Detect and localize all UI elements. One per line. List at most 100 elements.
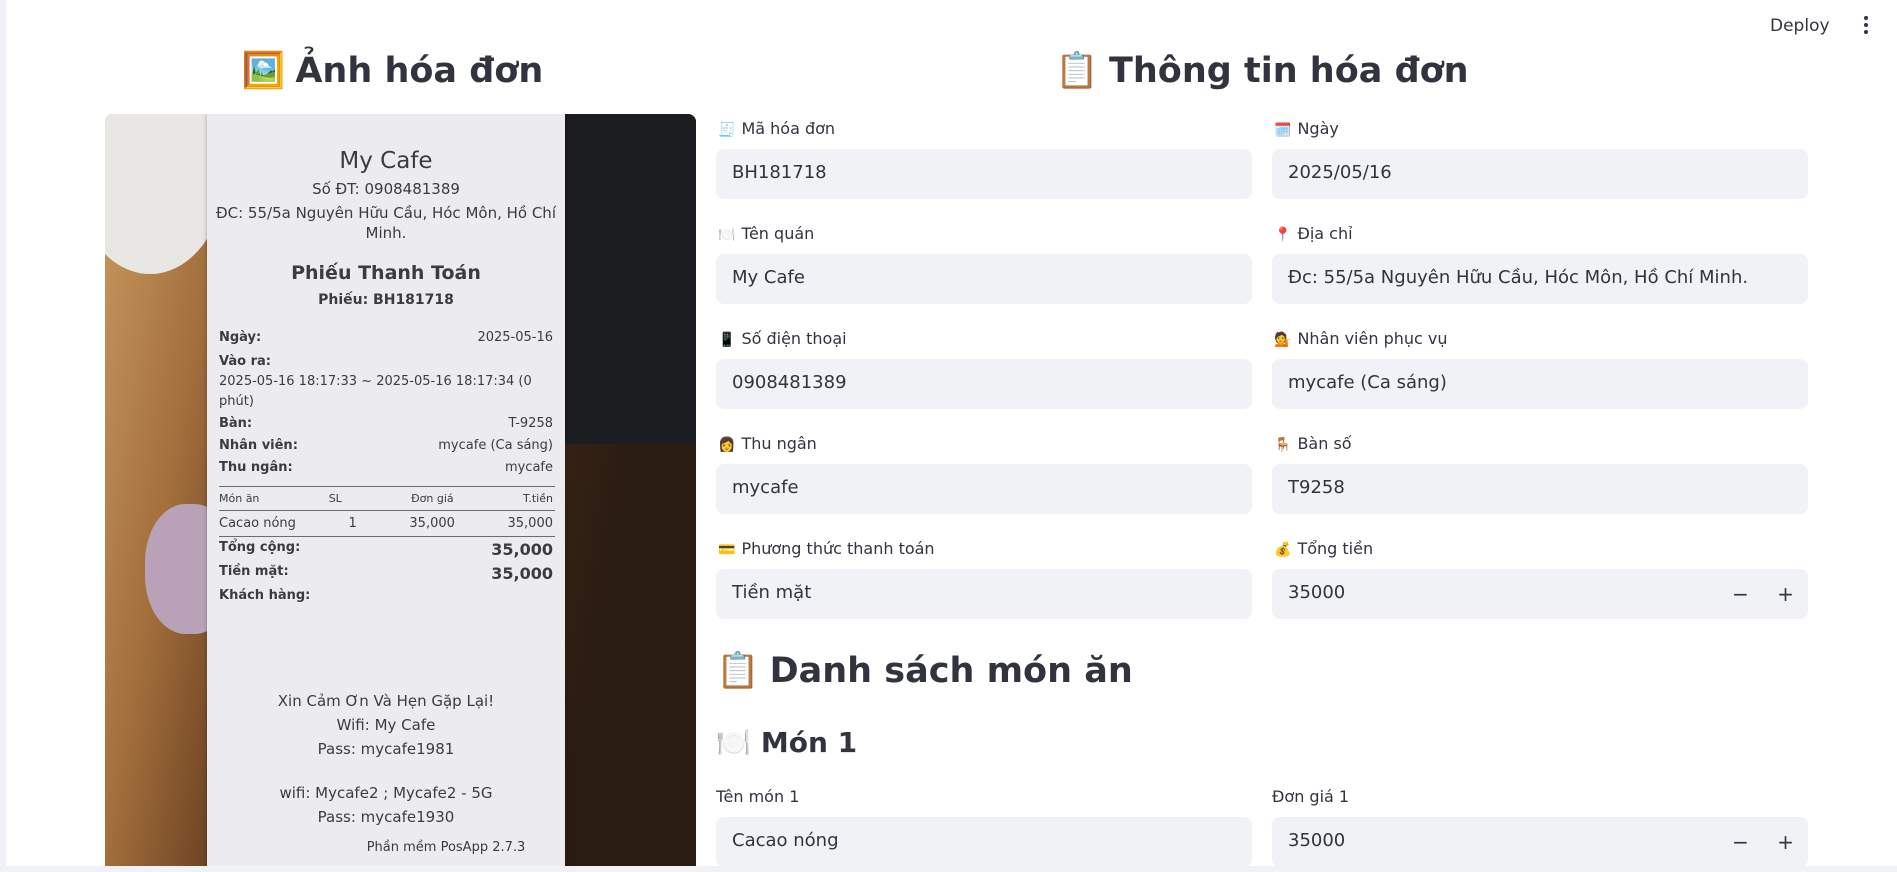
phone-value: 0908481389 (732, 372, 847, 393)
picture-icon: 🖼️ (241, 51, 286, 91)
total-stepper: − + (1718, 569, 1808, 619)
shop-name-value: My Cafe (732, 267, 805, 288)
receipt-phone: Số ĐT: 0908481389 (312, 180, 460, 198)
receipt-col-total: T.tiền (522, 492, 553, 505)
item-1-heading: 🍽️ Món 1 (716, 726, 857, 759)
items-section-title: Danh sách món ăn (769, 651, 1133, 691)
receipt-inout-row: Vào ra: (219, 354, 553, 369)
credit-card-icon: 💳 (718, 542, 736, 558)
shop-name-label-text: Tên quán (741, 224, 815, 243)
shop-name-input[interactable]: My Cafe (716, 254, 1252, 304)
receipt-date-value: 2025-05-16 (477, 330, 553, 345)
pin-icon: 📍 (1274, 227, 1292, 243)
receipt-cash-value: 35,000 (491, 564, 553, 583)
item-1-price-input[interactable]: 35000 − + (1272, 817, 1808, 867)
receipt-col-qty: SL (328, 492, 342, 505)
app-bottom-border (0, 866, 1897, 872)
receipt-item-price: 35,000 (409, 516, 455, 531)
total-label: 💰 Tổng tiền (1274, 539, 1373, 558)
cashier-label: 👩 Thu ngân (718, 434, 817, 453)
cashier-input[interactable]: mycafe (716, 464, 1252, 514)
receipt-staff-label: Nhân viên: (219, 438, 298, 453)
phone-input[interactable]: 0908481389 (716, 359, 1252, 409)
receipt-sum-value: 35,000 (491, 540, 553, 559)
address-value: Đc: 55/5a Nguyên Hữu Cầu, Hóc Môn, Hồ Ch… (1288, 267, 1749, 288)
clipboard-icon: 📋 (716, 651, 760, 691)
deploy-button[interactable]: Deploy (1770, 16, 1830, 36)
receipt-item-total: 35,000 (507, 516, 554, 531)
receipt-divider (219, 510, 555, 511)
receipt-code: Phiếu: BH181718 (318, 292, 454, 308)
receipt-table-row: Bàn: T-9258 (219, 416, 553, 431)
address-label-text: Địa chỉ (1297, 224, 1353, 243)
increment-button[interactable]: + (1763, 569, 1808, 619)
receipt-cashier-label: Thu ngân: (219, 460, 293, 475)
item-1-name-input[interactable]: Cacao nóng (716, 817, 1252, 867)
receipt-address-1: ĐC: 55/5a Nguyên Hữu Cầu, Hóc Môn, Hồ Ch… (216, 204, 556, 222)
receipt-staff-value: mycafe (Ca sáng) (438, 438, 553, 453)
invoice-code-label-text: Mã hóa đơn (741, 119, 836, 138)
chair-icon: 🪑 (1274, 437, 1292, 453)
staff-value: mycafe (Ca sáng) (1288, 372, 1447, 393)
receipt-sum-row: Tổng cộng: 35,000 (219, 540, 553, 559)
receipt-sum-label: Tổng cộng: (219, 540, 301, 555)
address-input[interactable]: Đc: 55/5a Nguyên Hữu Cầu, Hóc Môn, Hồ Ch… (1272, 254, 1808, 304)
decrement-button[interactable]: − (1718, 569, 1763, 619)
item-1-price-value: 35000 (1288, 830, 1346, 851)
receipt-columns: Món ăn SL Đơn giá T.tiền (219, 492, 553, 505)
receipt-inout-line-1: 2025-05-16 18:17:33 ~ 2025-05-16 18:17:3… (219, 374, 553, 389)
date-value: 2025/05/16 (1288, 162, 1392, 183)
receipt-paper: My Cafe Số ĐT: 0908481389 ĐC: 55/5a Nguy… (207, 114, 565, 872)
total-number-input[interactable]: 35000 − + (1272, 569, 1808, 619)
invoice-code-input[interactable]: BH181718 (716, 149, 1252, 199)
plate-icon: 🍽️ (716, 726, 751, 759)
receipt-pass-2: Pass: mycafe1930 (317, 808, 455, 826)
increment-button[interactable]: + (1763, 817, 1808, 867)
receipt-photo: My Cafe Số ĐT: 0908481389 ĐC: 55/5a Nguy… (105, 114, 696, 872)
receipt-cash-label: Tiền mặt: (219, 564, 289, 579)
invoice-code-value: BH181718 (732, 162, 827, 183)
money-bag-icon: 💰 (1274, 542, 1292, 558)
phone-icon: 📱 (718, 332, 736, 348)
receipt-inout-line-2: phút) (219, 394, 553, 409)
more-vertical-icon[interactable] (1858, 14, 1874, 38)
receipt-col-item: Món ăn (219, 492, 260, 505)
image-section-title: Ảnh hóa đơn (295, 51, 544, 91)
receipt-wifi-2: wifi: Mycafe2 ; Mycafe2 - 5G (279, 784, 493, 802)
table-input[interactable]: T9258 (1272, 464, 1808, 514)
receipt-divider (219, 486, 555, 487)
receipt-thanks: Xin Cảm Ơn Và Hẹn Gặp Lại! (277, 692, 495, 710)
total-value: 35000 (1288, 582, 1346, 603)
person-icon: 👩 (718, 437, 736, 453)
address-label: 📍 Địa chỉ (1274, 224, 1353, 243)
waiter-icon: 💁 (1274, 332, 1292, 348)
plate-icon: 🍽️ (718, 227, 736, 243)
staff-input[interactable]: mycafe (Ca sáng) (1272, 359, 1808, 409)
receipt-table-value: T-9258 (508, 416, 553, 431)
receipt-table-label: Bàn: (219, 416, 253, 431)
payment-input[interactable]: Tiền mặt (716, 569, 1252, 619)
table-value: T9258 (1288, 477, 1345, 498)
receipt-shop: My Cafe (339, 148, 433, 174)
receipt-item-name: Cacao nóng (219, 516, 296, 531)
decrement-button[interactable]: − (1718, 817, 1763, 867)
total-label-text: Tổng tiền (1297, 539, 1374, 558)
date-input[interactable]: 2025/05/16 (1272, 149, 1808, 199)
staff-label-text: Nhân viên phục vụ (1297, 329, 1448, 348)
receipt-date-row: Ngày: 2025-05-16 (219, 330, 553, 345)
item-1-price-label: Đơn giá 1 (1272, 787, 1350, 806)
receipt-software: Phần mềm PosApp 2.7.3 (366, 840, 526, 855)
receipt-inout-2: phút) (219, 394, 254, 409)
item-1-name-label: Tên món 1 (716, 787, 800, 806)
receipt-item-row: Cacao nóng 1 35,000 35,000 (219, 516, 553, 531)
receipt-cash-row: Tiền mặt: 35,000 (219, 564, 553, 583)
receipt-customer-row: Khách hàng: (219, 588, 553, 603)
receipt-staff-row: Nhân viên: mycafe (Ca sáng) (219, 438, 553, 453)
receipt-icon: 🧾 (718, 122, 736, 138)
receipt-divider (219, 536, 555, 537)
phone-label: 📱 Số điện thoại (718, 329, 847, 348)
phone-label-text: Số điện thoại (741, 329, 847, 348)
payment-value: Tiền mặt (732, 582, 812, 603)
item-1-price-stepper: − + (1718, 817, 1808, 867)
app-left-border (0, 0, 6, 872)
